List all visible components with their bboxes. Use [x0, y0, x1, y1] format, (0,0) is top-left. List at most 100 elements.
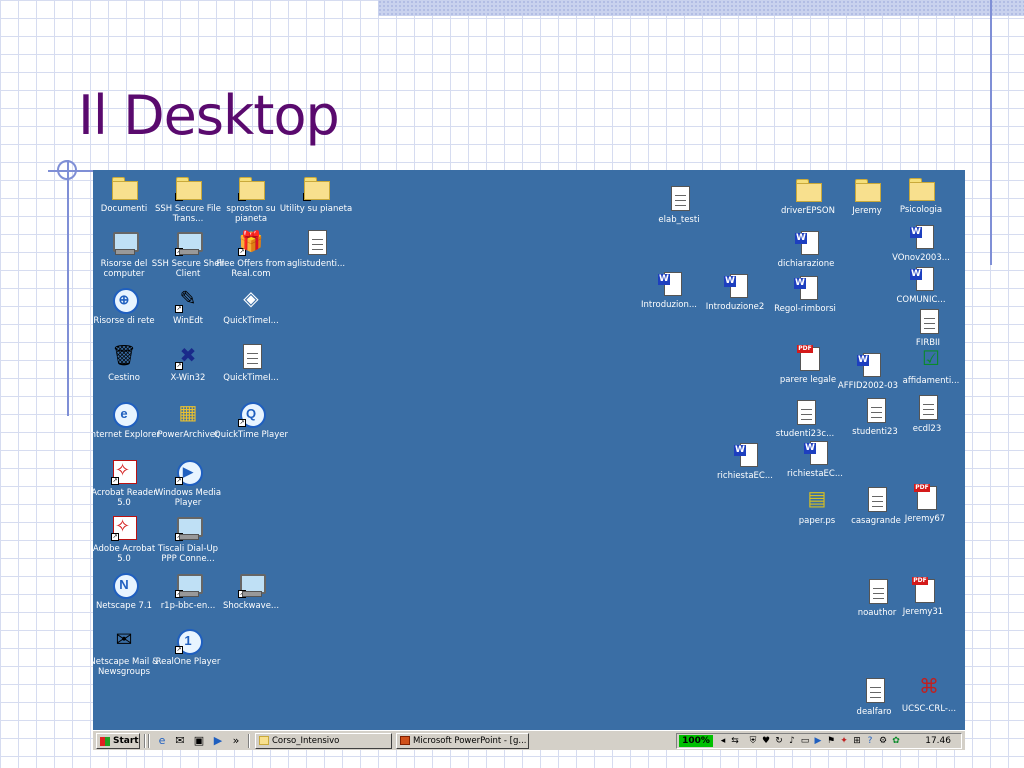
- desktop-icon-tiscali[interactable]: ↗ Tiscali Dial-Up PPP Conne...: [150, 513, 226, 564]
- folder-icon: [259, 736, 269, 745]
- desktop-icon-studenti23c[interactable]: studenti23c...: [767, 398, 843, 439]
- text-document-icon: [791, 398, 819, 426]
- desktop-screenshot: Documenti Risorse del computer Risorse d…: [93, 170, 965, 750]
- desktop-icon-dichiarazione[interactable]: dichiarazione: [768, 228, 844, 269]
- ssh-file-transfer-icon: ↗: [174, 173, 202, 201]
- icon-label: Jeremy31: [902, 607, 944, 617]
- quicktime-installer-icon: [237, 342, 265, 370]
- icon-label: affidamenti...: [902, 376, 960, 386]
- chevron-icon[interactable]: »: [229, 734, 243, 748]
- postscript-viewer-icon: [915, 673, 943, 701]
- icon-label: Regol-rimborsi: [774, 304, 836, 314]
- desktop-icon-psicologia[interactable]: Psicologia: [883, 174, 959, 215]
- volume-icon[interactable]: ♪: [786, 735, 798, 747]
- decor-vertical-line: [990, 0, 992, 265]
- desktop-icon-introduzion[interactable]: Introduzion...: [631, 269, 707, 310]
- word-document-icon: [801, 438, 829, 466]
- antivirus-icon[interactable]: ⛨: [747, 735, 759, 747]
- show-desktop-icon[interactable]: ▣: [192, 734, 206, 748]
- shockwave-icon: ↗: [237, 570, 266, 598]
- clock[interactable]: 17.46: [925, 735, 951, 747]
- app-tray-icon[interactable]: ✦: [838, 735, 850, 747]
- desktop-icon-windows-media[interactable]: ↗ Windows Media Player: [150, 457, 226, 508]
- text-document-icon: [862, 485, 890, 513]
- desktop-icon-quicktime1[interactable]: QuickTimeI...: [213, 285, 289, 326]
- icon-label: QuickTime Player: [214, 430, 288, 440]
- icon-label: Psicologia: [899, 205, 943, 215]
- speaker-icon[interactable]: ◂: [717, 735, 729, 747]
- desktop-icon-affidamenti[interactable]: affidamenti...: [893, 345, 965, 386]
- update-icon[interactable]: ✿: [890, 735, 902, 747]
- word-document-icon: [721, 271, 749, 299]
- start-label: Start: [113, 736, 139, 746]
- desktop-icon-vonov2003[interactable]: VOnov2003...: [883, 222, 959, 263]
- desktop-icon-regol-rimborsi[interactable]: Regol-rimborsi: [767, 273, 843, 314]
- icon-label: Introduzion...: [640, 300, 698, 310]
- task-label: Microsoft PowerPoint - [g...: [413, 736, 527, 746]
- desktop-icon-elab-testi[interactable]: elab_testi: [641, 184, 717, 225]
- task-button-powerpoint[interactable]: Microsoft PowerPoint - [g...: [396, 733, 529, 749]
- desktop-icon-quicktime-player[interactable]: ↗ QuickTime Player: [213, 399, 289, 440]
- word-document-icon: [907, 222, 935, 250]
- icon-label: richiestaEC...: [787, 469, 843, 479]
- archive-icon: [174, 399, 202, 427]
- desktop-icon-firbii[interactable]: FIRBII: [890, 307, 965, 348]
- word-document-icon: [791, 273, 819, 301]
- desktop-icon-aglistudenti[interactable]: aglistudenti...: [278, 228, 354, 269]
- internet-explorer-icon[interactable]: e: [155, 734, 169, 748]
- application-icon: ↗: [174, 570, 203, 598]
- realone-icon: ↗: [174, 626, 203, 655]
- folder-shortcut-icon: ↗: [237, 173, 265, 201]
- shield-icon[interactable]: ♥: [760, 735, 772, 747]
- desktop-icon-realone[interactable]: ↗ RealOne Player: [150, 626, 226, 667]
- recycle-bin-icon: [110, 342, 138, 370]
- icon-label: Windows Media Player: [154, 488, 222, 508]
- desktop-icon-jeremy67[interactable]: Jeremy67: [887, 483, 963, 524]
- ssh-shell-icon: ↗: [174, 228, 203, 256]
- help-icon[interactable]: ?: [864, 735, 876, 747]
- word-document-icon: [731, 440, 759, 468]
- taskbar: Start e ✉ ▣ ▶ » Corso_Intensivo Microsof…: [93, 730, 965, 750]
- network-tray-icon[interactable]: ⊞: [851, 735, 863, 747]
- start-button[interactable]: Start: [96, 733, 140, 749]
- desktop-icon-richiestaec2[interactable]: richiestaEC...: [777, 438, 853, 479]
- desktop-icon-quicktime2[interactable]: QuickTimeI...: [213, 342, 289, 383]
- icon-label: Tiscali Dial-Up PPP Conne...: [157, 544, 219, 564]
- icon-label: RealOne Player: [155, 657, 221, 667]
- gift-icon: ↗: [237, 228, 265, 256]
- zoom-indicator[interactable]: 100%: [679, 735, 713, 747]
- text-document-icon: [914, 307, 942, 335]
- separator: [148, 734, 150, 748]
- flag-icon[interactable]: ⚑: [825, 735, 837, 747]
- outlook-express-icon[interactable]: ✉: [173, 734, 187, 748]
- xwin32-icon: ↗: [174, 342, 202, 370]
- folder-shortcut-icon: ↗: [302, 173, 330, 201]
- task-button-corso-intensivo[interactable]: Corso_Intensivo: [255, 733, 392, 749]
- desktop-icon-comunic[interactable]: COMUNIC...: [883, 264, 959, 305]
- desktop-icon-introduzione2[interactable]: Introduzione2: [697, 271, 773, 312]
- icon-label: Introduzione2: [705, 302, 765, 312]
- desktop-icon-shockwave[interactable]: ↗ Shockwave...: [213, 570, 289, 611]
- settings-icon[interactable]: ⚙: [877, 735, 889, 747]
- icon-label: dichiarazione: [777, 259, 835, 269]
- display-icon[interactable]: ▶: [812, 735, 824, 747]
- media-player-icon: ↗: [174, 457, 203, 486]
- icon-label: Shockwave...: [222, 601, 280, 611]
- desktop-icon-ecdl23[interactable]: ecdl23: [889, 393, 965, 434]
- icon-label: elab_testi: [658, 215, 700, 225]
- desktop-icon-ucsc-crl[interactable]: UCSC-CRL-...: [891, 673, 965, 714]
- desktop-icon-richiestaec1[interactable]: richiestaEC...: [707, 440, 783, 481]
- pdf-document-icon: [909, 576, 937, 604]
- word-document-icon: [907, 264, 935, 292]
- sync-icon[interactable]: ↻: [773, 735, 785, 747]
- desktop-icon-jeremy31[interactable]: Jeremy31: [885, 576, 961, 617]
- pdf-document-icon: [911, 483, 939, 511]
- media-player-icon[interactable]: ▶: [211, 734, 225, 748]
- connection-icon[interactable]: ⇆: [729, 735, 741, 747]
- monitor-icon[interactable]: ▭: [799, 735, 811, 747]
- separator: [144, 734, 146, 748]
- postscript-icon: [803, 485, 831, 513]
- header-band: [378, 0, 1024, 16]
- desktop-icon-utility[interactable]: ↗ Utility su pianeta: [278, 173, 354, 214]
- text-document-icon: [860, 676, 888, 704]
